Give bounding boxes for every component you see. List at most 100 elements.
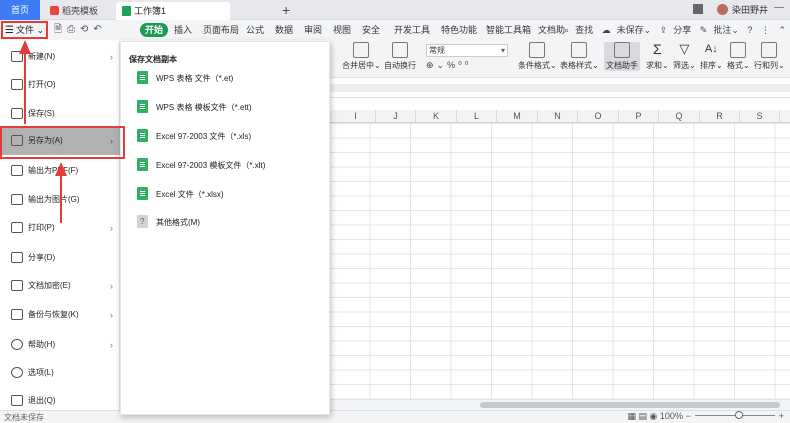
rows-cols-button[interactable]: 行和列⌄ (754, 42, 785, 71)
zoom-out-icon[interactable]: − (685, 411, 690, 421)
file-menu-options[interactable]: 选项(L) (0, 359, 120, 387)
file-menu-open[interactable]: 打开(O) (0, 71, 120, 99)
column-header-cell[interactable]: Q (659, 110, 700, 123)
sum-button[interactable]: Σ 求和⌄ (646, 42, 669, 71)
format-button[interactable]: 格式⌄ (727, 42, 750, 71)
eye-icon[interactable]: ◉ (650, 411, 658, 421)
minimize-icon[interactable]: — (774, 2, 784, 13)
file-menu-help[interactable]: 帮助(H) › (0, 331, 120, 359)
save-as-ett[interactable]: WPS 表格 模板文件（*.ett) (137, 100, 252, 114)
tab-workbook[interactable]: 工作簿1 (116, 2, 230, 20)
zoom-slider-knob[interactable] (734, 411, 743, 419)
file-menu-new[interactable]: 新建(N) › (0, 43, 120, 71)
new-tab-button[interactable]: + (282, 1, 290, 19)
zoom-in-icon[interactable]: + (779, 411, 784, 421)
user-name[interactable]: 染田野井 (732, 5, 768, 15)
merge-center-button[interactable]: 合并居中⌄ (342, 42, 381, 71)
share-button[interactable]: ⇪ 分享 (660, 25, 692, 35)
file-menu-backup[interactable]: 备份与恢复(K) › (0, 301, 120, 329)
window-layout-icon[interactable] (692, 4, 703, 14)
annotation-arrow-shaft (60, 176, 62, 223)
column-header-cell[interactable]: I (336, 110, 376, 123)
column-header-cell[interactable]: N (538, 110, 578, 123)
tab-review[interactable]: 审阅 (304, 23, 322, 37)
zoom-level[interactable]: 100% (660, 411, 683, 421)
tab-home[interactable]: 首页 (0, 0, 40, 20)
tab-smart-toolbox[interactable]: 智能工具箱 (486, 23, 531, 37)
sum-label: 求和 (646, 61, 662, 70)
tab-insert[interactable]: 插入 (174, 23, 192, 37)
formula-bar[interactable] (330, 78, 790, 98)
more-icon[interactable]: ⋮ (761, 25, 770, 35)
lock-document-icon (11, 280, 23, 291)
rows-cols-icon (761, 42, 778, 58)
doc-assistant-button[interactable]: 文档助手 (604, 42, 640, 71)
spreadsheet-grid[interactable] (330, 123, 790, 399)
column-header-cell[interactable]: S (740, 110, 780, 123)
page-view-icon[interactable]: ▤ (639, 411, 648, 421)
column-header-cell[interactable]: O (578, 110, 619, 123)
tab-view[interactable]: 视图 (333, 23, 351, 37)
table-style-button[interactable]: 表格样式⌄ (560, 42, 599, 71)
column-header-cell[interactable]: J (376, 110, 416, 123)
tab-developer[interactable]: 开发工具 (394, 23, 430, 37)
save-as-other[interactable]: ? 其他格式(M) (137, 215, 200, 229)
wrap-label: 自动换行 (384, 61, 416, 70)
unsaved-button[interactable]: ☁ 未保存⌄ (602, 25, 652, 35)
tab-template[interactable]: 稻壳模板 (42, 2, 112, 20)
tab-template-label: 稻壳模板 (62, 6, 99, 16)
save-as-xlsx[interactable]: Excel 文件（*.xlsx) (137, 187, 224, 201)
column-header-cell[interactable]: R (700, 110, 740, 123)
file-menu-label: 帮助(H) (28, 340, 56, 349)
column-header-cell[interactable]: K (416, 110, 457, 123)
column-header-cell[interactable]: L (457, 110, 497, 123)
avatar[interactable] (716, 4, 728, 15)
comment-button[interactable]: ✎ 批注⌄ (700, 25, 739, 35)
tab-page-layout[interactable]: 页面布局 (203, 23, 239, 37)
zoom-slider[interactable] (694, 411, 775, 419)
save-as-label: WPS 表格 文件（*.et) (156, 74, 234, 83)
unknown-file-icon: ? (137, 215, 148, 228)
filter-button[interactable]: ▽ 筛选⌄ (673, 42, 696, 71)
chevron-right-icon: › (110, 223, 113, 233)
tab-data[interactable]: 数据 (275, 23, 293, 37)
save-as-xlt[interactable]: Excel 97-2003 模板文件（*.xlt) (137, 158, 265, 172)
search-button[interactable]: ⌕ 查找 (564, 25, 593, 35)
quick-access-toolbar[interactable]: 🗎⎙⟲↶ (54, 22, 107, 38)
number-format-icons[interactable]: ⊕⌄%⁰⁰ (426, 60, 471, 71)
table-style-icon (571, 42, 588, 58)
number-format-select[interactable]: 常规 (426, 44, 508, 57)
conditional-format-button[interactable]: 条件格式⌄ (518, 42, 557, 71)
doc-assistant-label: 文档助手 (606, 61, 638, 70)
column-header-cell[interactable]: P (619, 110, 659, 123)
column-header-cell[interactable]: M (497, 110, 538, 123)
help-icon[interactable]: ? (747, 25, 752, 35)
save-as-xls[interactable]: Excel 97-2003 文件（*.xls) (137, 129, 251, 143)
scrollbar-thumb[interactable] (480, 402, 780, 408)
file-menu-save[interactable]: 保存(S) (0, 100, 120, 128)
unsaved-label: 未保存 (616, 25, 644, 35)
wrap-text-button[interactable]: 自动换行 (384, 42, 416, 71)
tab-formulas[interactable]: 公式 (246, 23, 264, 37)
tab-features[interactable]: 特色功能 (441, 23, 477, 37)
user-area[interactable]: 染田野井 (692, 3, 768, 17)
menu-right-tools: ⌕ 查找 ☁ 未保存⌄ ⇪ 分享 ✎ 批注⌄ ? ⋮ ⌃ (558, 23, 786, 37)
help-circle-icon (11, 339, 23, 350)
format-label: 格式 (727, 61, 743, 70)
file-menu-encrypt[interactable]: 文档加密(E) › (0, 272, 120, 300)
collapse-ribbon-icon[interactable]: ⌃ (778, 25, 786, 35)
tab-security[interactable]: 安全 (362, 23, 380, 37)
tab-start[interactable]: 开始 (140, 23, 169, 37)
chevron-right-icon: › (110, 52, 113, 62)
horizontal-scrollbar[interactable] (330, 399, 790, 410)
sort-button[interactable]: A↓ 排序⌄ (700, 42, 723, 71)
save-as-et[interactable]: WPS 表格 文件（*.et) (137, 71, 233, 85)
file-menu-label: 打开(O) (28, 80, 56, 89)
spreadsheet-file-icon (137, 71, 148, 84)
file-menu-exit[interactable]: 退出(Q) (0, 387, 120, 415)
share-label: 分享 (673, 25, 692, 35)
exit-icon (11, 395, 23, 406)
spreadsheet-file-icon (137, 158, 148, 171)
normal-view-icon[interactable]: ▦ (627, 411, 636, 421)
file-menu-share[interactable]: 分享(D) (0, 244, 120, 272)
